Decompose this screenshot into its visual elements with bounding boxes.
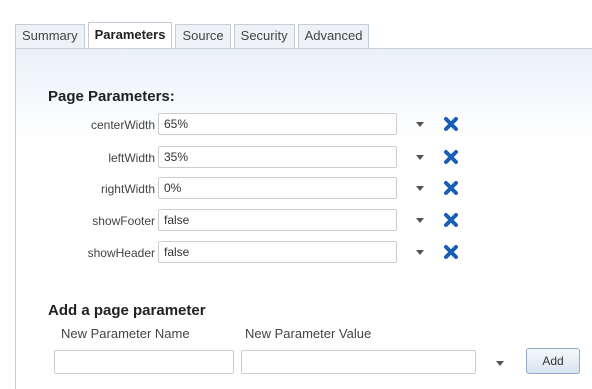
parameter-row-rightwidth: rightWidth <box>0 177 592 201</box>
new-parameter-name-label: New Parameter Name <box>61 326 190 341</box>
parameter-name-label: leftWidth <box>108 151 155 165</box>
delete-x-icon[interactable] <box>443 244 459 260</box>
parameter-row-showheader: showHeader <box>0 241 592 265</box>
parameter-value-input[interactable] <box>158 177 397 199</box>
delete-x-icon[interactable] <box>443 116 459 132</box>
delete-x-icon[interactable] <box>443 149 459 165</box>
chevron-down-icon[interactable] <box>416 186 424 191</box>
chevron-down-icon[interactable] <box>496 361 504 366</box>
tab-summary[interactable]: Summary <box>15 24 85 48</box>
parameter-row-leftwidth: leftWidth <box>0 146 592 170</box>
parameter-value-input[interactable] <box>158 241 397 263</box>
tab-security[interactable]: Security <box>233 24 295 48</box>
tab-bar: Summary Parameters Source Security Advan… <box>15 22 372 48</box>
tab-advanced[interactable]: Advanced <box>297 24 370 48</box>
page-parameters-title: Page Parameters: <box>48 88 175 105</box>
chevron-down-icon[interactable] <box>416 122 424 127</box>
chevron-down-icon[interactable] <box>416 218 424 223</box>
add-parameter-title: Add a page parameter <box>48 302 206 319</box>
parameter-name-label: centerWidth <box>90 118 155 132</box>
delete-x-icon[interactable] <box>443 180 459 196</box>
add-parameter-button[interactable]: Add <box>526 348 580 374</box>
parameter-name-label: showFooter <box>92 214 155 228</box>
parameter-row-showfooter: showFooter <box>0 209 592 233</box>
parameter-value-input[interactable] <box>158 146 397 168</box>
chevron-down-icon[interactable] <box>416 155 424 160</box>
new-parameter-value-label: New Parameter Value <box>245 326 372 341</box>
tab-source[interactable]: Source <box>175 24 231 48</box>
new-parameter-value-input[interactable] <box>241 350 476 374</box>
parameter-value-input[interactable] <box>158 209 397 231</box>
parameter-name-label: rightWidth <box>100 182 155 196</box>
tab-parameters[interactable]: Parameters <box>87 22 173 48</box>
chevron-down-icon[interactable] <box>416 250 424 255</box>
parameter-row-centerwidth: centerWidth <box>0 113 592 137</box>
parameter-name-label: showHeader <box>87 246 155 260</box>
parameter-value-input[interactable] <box>158 113 397 135</box>
new-parameter-name-input[interactable] <box>54 350 234 374</box>
delete-x-icon[interactable] <box>443 212 459 228</box>
